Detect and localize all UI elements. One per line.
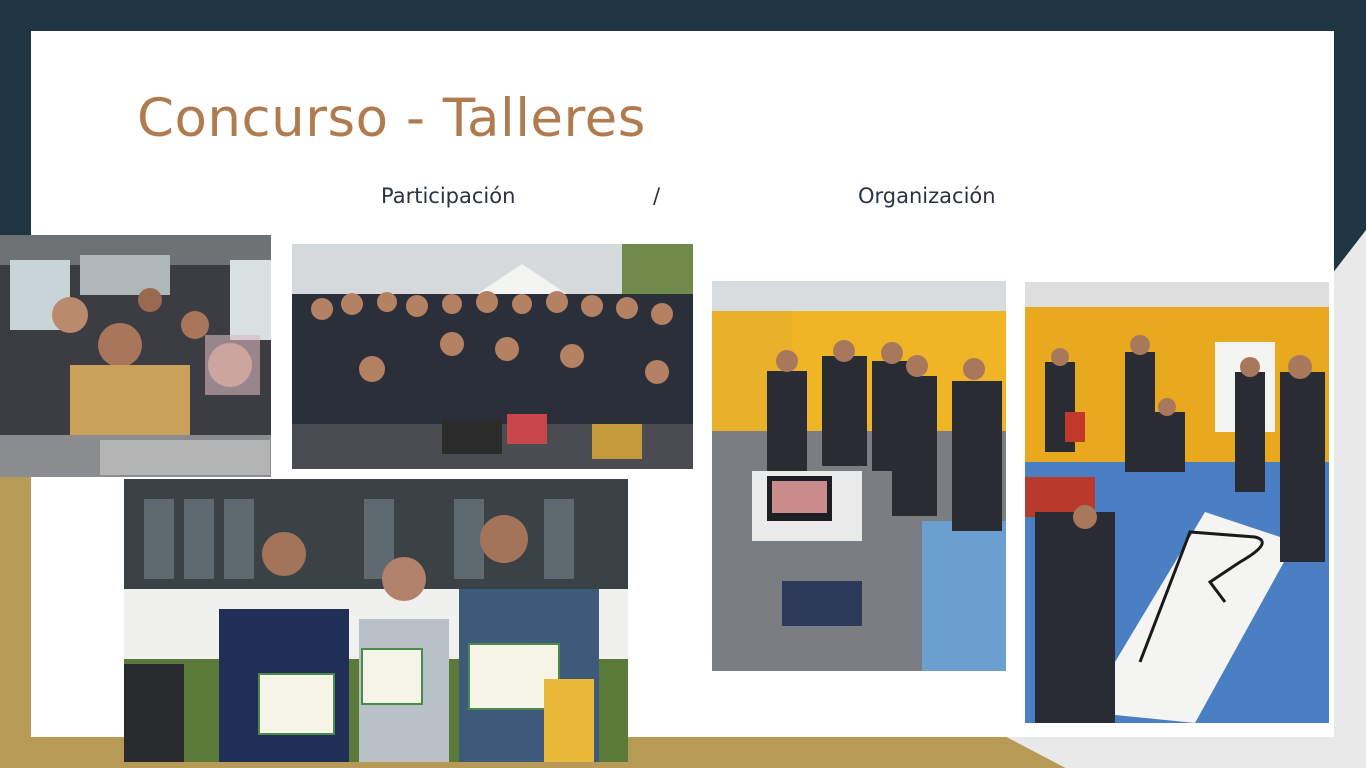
subtitle-separator: / xyxy=(653,184,661,208)
slide-title: Concurso - Talleres xyxy=(137,88,646,149)
photo-group xyxy=(292,244,693,469)
photo-bus xyxy=(0,235,271,477)
photo-organization-laptop xyxy=(712,281,1006,671)
photo-certificates xyxy=(124,479,628,762)
subtitle-organization: Organización xyxy=(858,184,996,208)
photo-organization-track xyxy=(1025,282,1329,723)
subtitle-participation: Participación xyxy=(381,184,516,208)
